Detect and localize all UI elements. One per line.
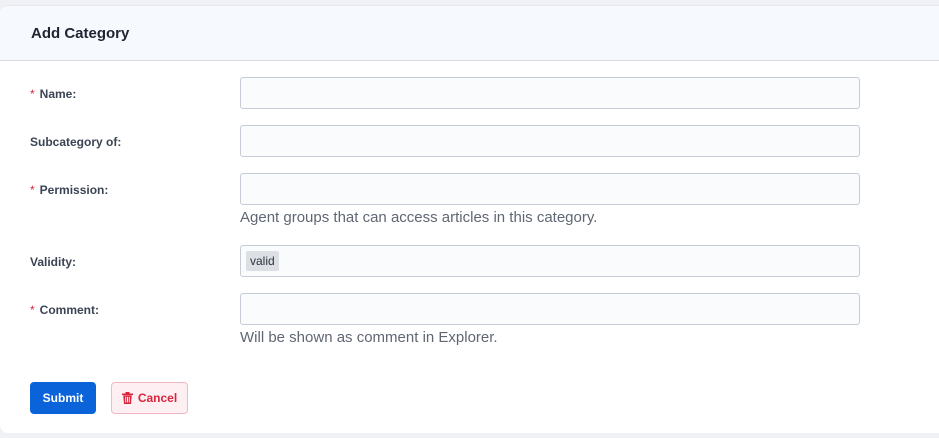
add-category-card: Add Category * Name: Subcategory of: * Per… [0, 5, 939, 433]
permission-hint: Agent groups that can access articles in… [240, 209, 598, 226]
comment-input[interactable] [240, 293, 860, 325]
cancel-button-label: Cancel [137, 391, 178, 405]
name-label: * Name: [30, 87, 77, 101]
subcategory-input[interactable] [240, 125, 860, 157]
cancel-button[interactable]: Cancel [111, 382, 188, 414]
validity-select[interactable]: valid [240, 245, 860, 277]
card-header: Add Category [0, 6, 939, 61]
required-marker: * [30, 183, 35, 197]
subcategory-label: Subcategory of: [30, 135, 122, 149]
name-input[interactable] [240, 77, 860, 109]
page-title: Add Category [31, 24, 130, 42]
permission-label: * Permission: [30, 183, 109, 197]
permission-input[interactable] [240, 173, 860, 205]
validity-label: Validity: [30, 255, 77, 269]
trash-icon [121, 392, 133, 404]
required-marker: * [30, 87, 35, 101]
comment-label: * Comment: [30, 303, 100, 317]
required-marker: * [30, 303, 35, 317]
submit-button[interactable]: Submit [30, 382, 96, 414]
comment-hint: Will be shown as comment in Explorer. [240, 329, 498, 346]
validity-selected-token[interactable]: valid [246, 251, 279, 271]
